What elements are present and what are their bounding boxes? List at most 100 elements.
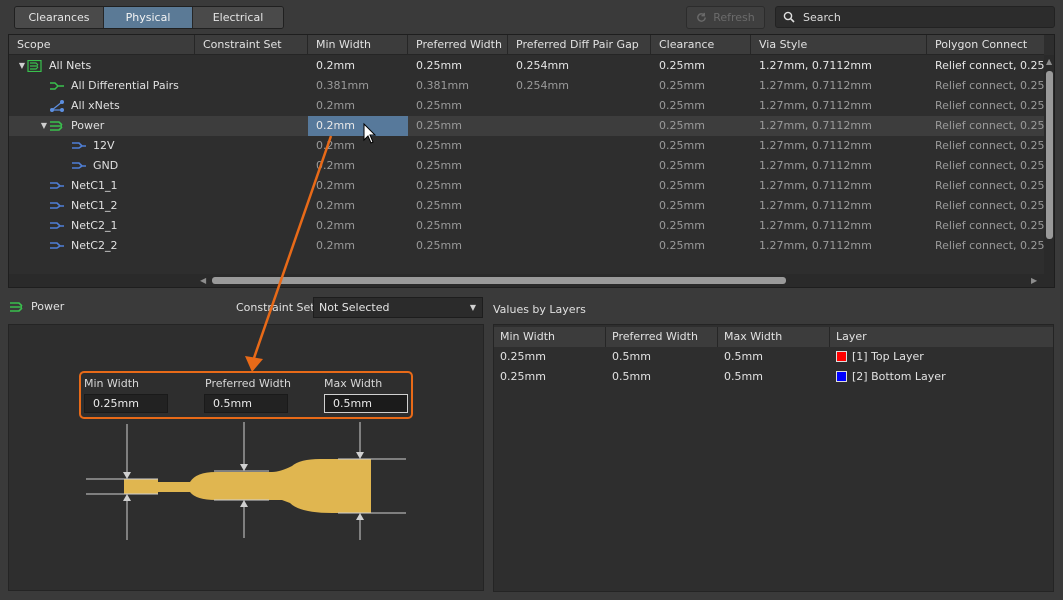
cell-polygon-connect[interactable]: Relief connect, 0.254 (927, 136, 1044, 156)
cell-scope[interactable]: ▼ Power (39, 116, 195, 136)
cell-polygon-connect[interactable]: Relief connect, 0.254 (927, 116, 1044, 136)
cell-preferred-width[interactable]: 0.25mm (408, 56, 508, 76)
cell-preferred-width[interactable]: 0.25mm (408, 136, 508, 156)
table-row[interactable]: 12V 0.2mm 0.25mm 0.25mm 1.27mm, 0.7112mm Reli… (9, 136, 1044, 156)
cell-clearance[interactable]: 0.25mm (651, 136, 751, 156)
horizontal-scroll-thumb[interactable] (212, 277, 786, 284)
layer-cell-preferred-width[interactable]: 0.5mm (606, 347, 718, 367)
cell-polygon-connect[interactable]: Relief connect, 0.254 (927, 216, 1044, 236)
table-row[interactable]: ▼ Power 0.2mm 0.25mm 0.25mm 1.27mm, 0.7112mm R… (9, 116, 1044, 136)
refresh-button[interactable]: Refresh (686, 6, 765, 29)
cell-min-width[interactable]: 0.2mm (308, 56, 408, 76)
min-width-field[interactable]: 0.25mm (84, 394, 168, 413)
col-preferred-width[interactable]: Preferred Width (408, 35, 508, 55)
cell-constraint-set[interactable] (195, 236, 308, 256)
cell-via-style[interactable]: 1.27mm, 0.7112mm (751, 156, 927, 176)
col-via-style[interactable]: Via Style (751, 35, 927, 55)
col-clearance[interactable]: Clearance (651, 35, 751, 55)
layer-cell-max-width[interactable]: 0.5mm (718, 367, 830, 387)
cell-scope[interactable]: NetC2_2 (39, 236, 195, 256)
cell-via-style[interactable]: 1.27mm, 0.7112mm (751, 116, 927, 136)
cell-preferred-width[interactable]: 0.25mm (408, 156, 508, 176)
cell-constraint-set[interactable] (195, 216, 308, 236)
cell-min-width[interactable]: 0.2mm (308, 96, 408, 116)
table-row[interactable]: NetC2_1 0.2mm 0.25mm 0.25mm 1.27mm, 0.7112mm… (9, 216, 1044, 236)
cell-via-style[interactable]: 1.27mm, 0.7112mm (751, 216, 927, 236)
cell-constraint-set[interactable] (195, 116, 308, 136)
cell-preferred-width[interactable]: 0.25mm (408, 236, 508, 256)
col-min-width[interactable]: Min Width (308, 35, 408, 55)
cell-diff-pair-gap[interactable] (508, 196, 651, 216)
tab-physical[interactable]: Physical (104, 7, 193, 28)
cell-preferred-width[interactable]: 0.25mm (408, 176, 508, 196)
cell-preferred-width[interactable]: 0.25mm (408, 116, 508, 136)
cell-diff-pair-gap[interactable] (508, 156, 651, 176)
layer-cell-preferred-width[interactable]: 0.5mm (606, 367, 718, 387)
cell-constraint-set[interactable] (195, 56, 308, 76)
cell-diff-pair-gap[interactable]: 0.254mm (508, 56, 651, 76)
cell-via-style[interactable]: 1.27mm, 0.7112mm (751, 236, 927, 256)
layers-col-min-width[interactable]: Min Width (494, 327, 606, 347)
cell-via-style[interactable]: 1.27mm, 0.7112mm (751, 176, 927, 196)
cell-constraint-set[interactable] (195, 156, 308, 176)
cell-clearance[interactable]: 0.25mm (651, 196, 751, 216)
preferred-width-field[interactable]: 0.5mm (204, 394, 288, 413)
cell-scope[interactable]: ▼ All Nets (17, 56, 195, 76)
layer-row[interactable]: 0.25mm 0.5mm 0.5mm [2] Bottom Layer (494, 367, 1053, 387)
cell-diff-pair-gap[interactable] (508, 236, 651, 256)
table-row[interactable]: NetC2_2 0.2mm 0.25mm 0.25mm 1.27mm, 0.7112mm… (9, 236, 1044, 256)
layers-col-max-width[interactable]: Max Width (718, 327, 830, 347)
cell-scope[interactable]: NetC1_1 (39, 176, 195, 196)
cell-scope[interactable]: 12V (61, 136, 195, 156)
cell-via-style[interactable]: 1.27mm, 0.7112mm (751, 196, 927, 216)
cell-clearance[interactable]: 0.25mm (651, 156, 751, 176)
cell-diff-pair-gap[interactable] (508, 96, 651, 116)
scroll-up-icon[interactable]: ▲ (1046, 57, 1052, 66)
scroll-left-icon[interactable]: ◀ (200, 276, 206, 285)
cell-min-width[interactable]: 0.2mm (308, 196, 408, 216)
cell-polygon-connect[interactable]: Relief connect, 0.254 (927, 176, 1044, 196)
table-row[interactable]: All Differential Pairs 0.381mm 0.381mm 0.25… (9, 76, 1044, 96)
cell-preferred-width[interactable]: 0.25mm (408, 96, 508, 116)
table-row[interactable]: All xNets 0.2mm 0.25mm 0.25mm 1.27mm, 0.7112… (9, 96, 1044, 116)
cell-clearance[interactable]: 0.25mm (651, 96, 751, 116)
cell-polygon-connect[interactable]: Relief connect, 0.254 (927, 196, 1044, 216)
cell-diff-pair-gap[interactable]: 0.254mm (508, 76, 651, 96)
vertical-scroll-thumb[interactable] (1046, 71, 1053, 239)
layer-cell-max-width[interactable]: 0.5mm (718, 347, 830, 367)
cell-diff-pair-gap[interactable] (508, 176, 651, 196)
layer-row[interactable]: 0.25mm 0.5mm 0.5mm [1] Top Layer (494, 347, 1053, 367)
cell-min-width[interactable]: 0.2mm (308, 136, 408, 156)
cell-via-style[interactable]: 1.27mm, 0.7112mm (751, 76, 927, 96)
layers-col-layer[interactable]: Layer (830, 327, 1053, 347)
layer-cell-min-width[interactable]: 0.25mm (494, 367, 606, 387)
cell-polygon-connect[interactable]: Relief connect, 0.254 (927, 236, 1044, 256)
scroll-right-icon[interactable]: ▶ (1031, 276, 1037, 285)
cell-min-width[interactable]: 0.2mm (308, 236, 408, 256)
expand-toggle-icon[interactable]: ▼ (17, 56, 27, 76)
cell-min-width[interactable]: 0.381mm (308, 76, 408, 96)
cell-min-width[interactable]: 0.2mm (308, 116, 408, 136)
cell-preferred-width[interactable]: 0.25mm (408, 196, 508, 216)
cell-min-width[interactable]: 0.2mm (308, 176, 408, 196)
cell-via-style[interactable]: 1.27mm, 0.7112mm (751, 136, 927, 156)
cell-constraint-set[interactable] (195, 136, 308, 156)
tab-clearances[interactable]: Clearances (15, 7, 104, 28)
layer-cell-layer[interactable]: [1] Top Layer (830, 347, 1053, 367)
constraint-set-dropdown[interactable]: Not Selected ▼ (313, 297, 483, 318)
cell-min-width[interactable]: 0.2mm (308, 216, 408, 236)
search-input[interactable]: Search (775, 6, 1055, 28)
cell-clearance[interactable]: 0.25mm (651, 116, 751, 136)
col-constraint-set[interactable]: Constraint Set (195, 35, 308, 55)
cell-via-style[interactable]: 1.27mm, 0.7112mm (751, 56, 927, 76)
cell-constraint-set[interactable] (195, 196, 308, 216)
expand-toggle-icon[interactable]: ▼ (39, 116, 49, 136)
layer-cell-min-width[interactable]: 0.25mm (494, 347, 606, 367)
max-width-field[interactable]: 0.5mm (324, 394, 408, 413)
cell-via-style[interactable]: 1.27mm, 0.7112mm (751, 96, 927, 116)
cell-constraint-set[interactable] (195, 96, 308, 116)
table-row[interactable]: NetC1_2 0.2mm 0.25mm 0.25mm 1.27mm, 0.7112mm… (9, 196, 1044, 216)
layer-cell-layer[interactable]: [2] Bottom Layer (830, 367, 1053, 387)
cell-clearance[interactable]: 0.25mm (651, 236, 751, 256)
cell-diff-pair-gap[interactable] (508, 216, 651, 236)
